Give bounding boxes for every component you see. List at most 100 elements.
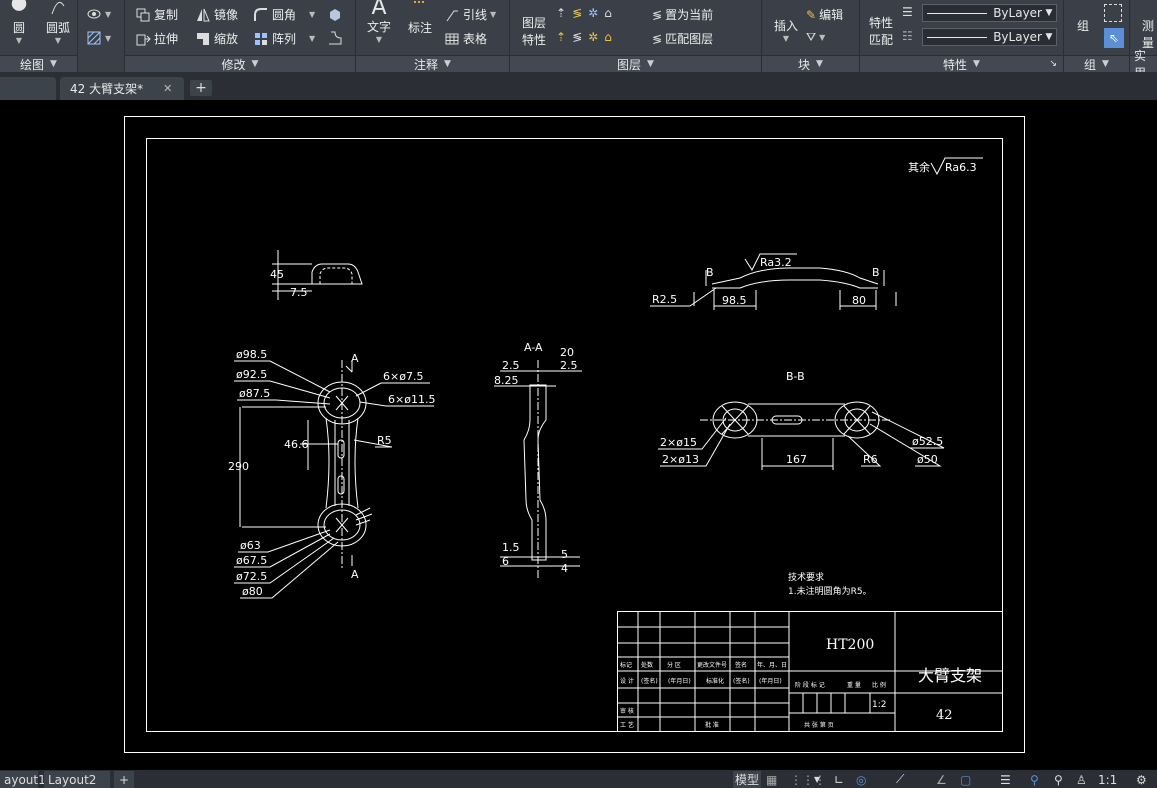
top-view-dim-45: 45 (270, 268, 284, 281)
annotation-visibility-icon[interactable]: ⚲ (1030, 771, 1039, 788)
annotation-panel-title[interactable]: 注释 ▼ (356, 55, 509, 72)
leader-button[interactable]: 引线 ▼ (444, 6, 496, 23)
start-tab[interactable] (0, 77, 56, 100)
chevron-down-icon: ▼ (973, 59, 980, 69)
insert-label: 插入 (773, 19, 798, 33)
group-select-icon[interactable] (1104, 4, 1122, 22)
table-label: 表格 (463, 32, 488, 46)
block-panel-title[interactable]: 块 ▼ (762, 55, 859, 72)
utilities-panel-title[interactable]: 实用 (1130, 49, 1157, 80)
snap-icon[interactable]: ⋮⋮⋮ (790, 771, 826, 788)
dim-d72-5: ø72.5 (236, 570, 267, 583)
match-layer-button[interactable]: ≶ 匹配图层 (652, 30, 713, 47)
hdr-zone: 分 区 (667, 661, 681, 669)
layer-lock-icon[interactable]: ⌂ (604, 6, 612, 20)
layout2-tab[interactable]: Layout2 (44, 771, 110, 788)
offset-tool-button[interactable] (327, 30, 343, 46)
chevron-down-icon[interactable]: ▼ (814, 771, 820, 788)
group-selection-toggle[interactable]: ⇖ (1104, 28, 1124, 48)
osnap-3d-icon[interactable]: ▢ (960, 771, 971, 788)
annotation-scale[interactable]: 1:1 (1098, 771, 1117, 788)
layers-panel-title[interactable]: 图层 ▼ (510, 55, 761, 72)
annotation-panel: A 文字 ▼ 标注 引线 ▼ 表格 注释 ▼ (356, 0, 510, 72)
model-space-button[interactable]: 模型 (733, 771, 761, 788)
mirror-button[interactable]: 镜像 (195, 6, 238, 23)
dim-d80: ø80 (242, 585, 263, 598)
layout1-tab[interactable]: ayout1 (0, 771, 46, 788)
layer-thaw-icon[interactable]: ✲ (588, 30, 598, 44)
close-icon[interactable]: ✕ (163, 82, 172, 95)
arc-icon (51, 1, 65, 15)
3d-tool-button[interactable] (327, 6, 343, 22)
view-tool-button[interactable]: ▼ (86, 6, 111, 22)
arc-button[interactable]: 圆弧 ▼ (40, 0, 76, 45)
lineweight-select[interactable]: ByLayer ▼ (922, 28, 1057, 46)
layers-panel: 图层 特性 ⇡ ≶ ✲ ⌂ ≶ 置为当前 ⇡ ≶ ✲ ⌂ ≶ 匹配图层 图层 ▼ (510, 0, 762, 72)
layer-unisolate-icon[interactable]: ≶ (572, 30, 582, 44)
circle-label: 圆 (12, 21, 25, 35)
ortho-icon[interactable]: ∟ (834, 771, 844, 788)
fillet-button[interactable]: 圆角 ▼ (253, 6, 315, 23)
dimension-icon (414, 1, 426, 3)
linetype-value: ByLayer (993, 6, 1042, 20)
annotation-icon[interactable]: ♙ (1076, 771, 1087, 788)
section-bb-view: B-B 2×ø15 2×ø13 167 R6 ø52.5 ø50 (658, 370, 945, 470)
chevron-down-icon: ▼ (375, 35, 383, 44)
block-edit-button[interactable]: ✎ 编辑 (806, 6, 843, 23)
dimension-button[interactable]: 标注 (402, 0, 438, 36)
annotation-scale-auto-icon[interactable]: ⚲ (1054, 771, 1063, 788)
draw-panel-title[interactable]: 绘图 ▼ (0, 55, 77, 72)
layer-tools-row-1: ⇡ ≶ ✲ ⌂ (556, 6, 612, 20)
block-attr-button[interactable]: ⛛ ▼ (806, 30, 825, 45)
layer-off-icon[interactable]: ⇡ (556, 6, 566, 20)
group-button[interactable]: 组 (1066, 0, 1100, 34)
properties-panel-title[interactable]: 特性 ▼ ↘ (860, 55, 1063, 72)
stretch-button[interactable]: 拉伸 (135, 30, 178, 47)
scale-button[interactable]: 缩放 (195, 30, 238, 47)
dialog-launcher-icon[interactable]: ↘ (1049, 59, 1057, 69)
layer-on-icon[interactable]: ⇡ (556, 30, 566, 44)
layer-unlock-icon[interactable]: ⌂ (604, 30, 612, 44)
set-current-button[interactable]: ≶ 置为当前 (652, 6, 713, 23)
hatch-tool-button[interactable]: ▼ (86, 30, 111, 46)
layer-freeze-icon[interactable]: ✲ (588, 6, 598, 20)
osnap-icon[interactable]: ∠ (936, 771, 947, 788)
side-b-right: B (872, 266, 880, 279)
drawing-tab[interactable]: 42 大臂支架* ✕ (60, 77, 184, 100)
layer-isolate-icon[interactable]: ≶ (572, 6, 582, 20)
circle-button[interactable]: 圆 ▼ (2, 0, 36, 45)
chevron-down-icon: ▼ (54, 36, 62, 45)
text-button[interactable]: A 文字 ▼ (360, 0, 398, 44)
array-button[interactable]: 阵列 ▼ (253, 30, 315, 47)
grid-icon[interactable]: ▦ (766, 771, 777, 788)
lineweight-toggle-icon[interactable]: ☰ (1000, 771, 1011, 788)
groups-panel-title[interactable]: 组 ▼ (1064, 55, 1129, 72)
new-layout-button[interactable]: + (114, 771, 134, 788)
drawing-canvas[interactable]: 其余 Ra6.3 45 7.5 A A ø98.5 ø92.5 ø87.5 6×… (0, 100, 1157, 770)
modify-panel-title[interactable]: 修改 ▼ (125, 55, 355, 72)
match-layer-icon: ≶ (652, 31, 663, 46)
row-design: 设 计 (620, 677, 634, 685)
drawing-svg[interactable]: 其余 Ra6.3 45 7.5 A A ø98.5 ø92.5 ø87.5 6×… (0, 100, 1157, 770)
aa-dim-1-5: 1.5 (502, 541, 520, 554)
linetype-select[interactable]: ByLayer ▼ (922, 4, 1057, 22)
measure-button[interactable]: 测量 (1138, 17, 1157, 51)
lineweight-value: ByLayer (993, 30, 1042, 44)
chevron-down-icon: ▼ (647, 59, 654, 69)
hdr-ratio: 比 例 (872, 681, 886, 689)
osnap-track-icon[interactable]: ⟋ (896, 771, 904, 788)
box-icon (330, 9, 340, 21)
table-button[interactable]: 表格 (444, 30, 487, 47)
match-properties-button[interactable]: 特性 匹配 (864, 0, 898, 49)
new-tab-button[interactable]: + (190, 80, 212, 96)
gear-icon[interactable]: ⚙ (1136, 771, 1147, 788)
aa-dim-2-5-right: 2.5 (560, 359, 578, 372)
group-label: 组 (1076, 19, 1089, 33)
chevron-down-icon: ▼ (309, 34, 316, 43)
layer-properties-button[interactable]: 图层 特性 (514, 0, 554, 49)
copy-button[interactable]: 复制 (135, 6, 178, 23)
insert-button[interactable]: 插入 ▼ (766, 0, 806, 43)
polar-icon[interactable]: ◎ (856, 771, 866, 788)
line-sample (927, 12, 988, 14)
chevron-down-icon: ▼ (782, 34, 790, 43)
